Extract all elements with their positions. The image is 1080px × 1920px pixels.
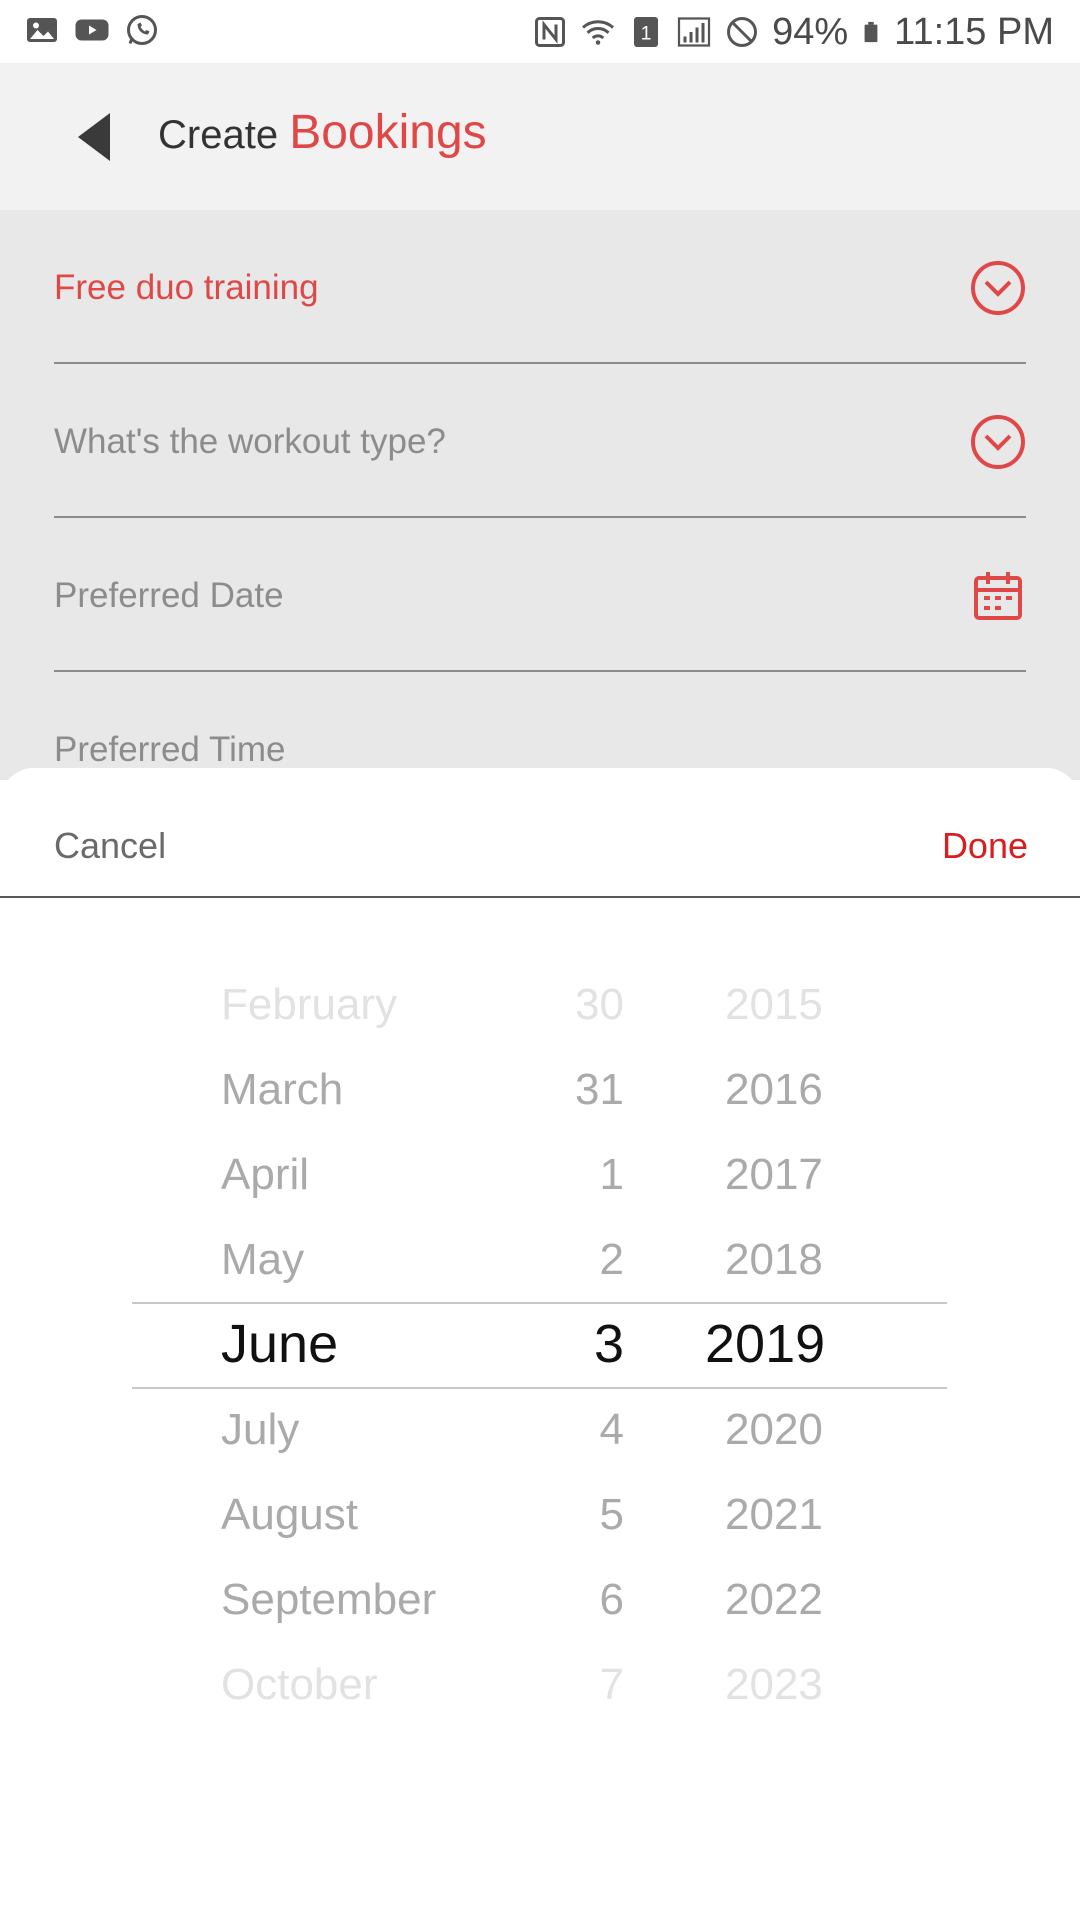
dnd-icon	[727, 17, 758, 47]
day-option[interactable]: 6	[600, 1557, 624, 1642]
booking-form: Free duo training What's the workout typ…	[0, 210, 1080, 780]
preferred-date-placeholder: Preferred Date	[54, 576, 284, 615]
back-arrow-icon[interactable]	[70, 109, 118, 165]
program-select-value: Free duo training	[54, 268, 319, 307]
battery-percent: 94%	[772, 11, 849, 53]
cancel-button[interactable]: Cancel	[54, 824, 166, 868]
battery-icon	[864, 21, 878, 43]
month-option[interactable]: October	[221, 1642, 378, 1727]
gallery-icon	[27, 18, 57, 42]
year-option[interactable]: 2020	[725, 1387, 823, 1472]
title-prefix: Create	[158, 113, 279, 157]
nfc-icon	[535, 17, 566, 47]
sim-icon: 1	[634, 17, 659, 47]
year-option[interactable]: 2016	[725, 1047, 823, 1132]
month-wheel[interactable]: February March April May June July Augus…	[0, 962, 520, 1730]
month-selected[interactable]: June	[221, 1302, 338, 1387]
wifi-icon	[582, 20, 615, 45]
day-option[interactable]: 30	[575, 962, 624, 1047]
app-bar: Create Bookings	[0, 63, 1080, 210]
title-accent: Bookings	[289, 106, 487, 159]
month-option[interactable]: September	[221, 1557, 436, 1642]
program-select[interactable]: Free duo training	[54, 210, 1026, 364]
status-bar: 1 94% 11:15 PM	[0, 0, 1080, 63]
preferred-date-field[interactable]: Preferred Date	[54, 518, 1026, 672]
day-option[interactable]: 2	[600, 1217, 624, 1302]
date-picker-sheet: Cancel Done February March April May Jun…	[0, 768, 1080, 1920]
month-option[interactable]: February	[221, 962, 397, 1047]
day-option[interactable]: 5	[600, 1472, 624, 1557]
done-button[interactable]: Done	[942, 824, 1028, 868]
year-option[interactable]: 2022	[725, 1557, 823, 1642]
screen: 1 94% 11:15 PM Create Bookings Free duo …	[0, 0, 1080, 1920]
youtube-icon	[75, 19, 109, 41]
month-option[interactable]: May	[221, 1217, 304, 1302]
year-option[interactable]: 2023	[725, 1642, 823, 1727]
date-wheel-picker[interactable]: February March April May June July Augus…	[0, 962, 1080, 1730]
day-wheel[interactable]: 30 31 1 2 3 4 5 6 7	[540, 962, 624, 1730]
year-option[interactable]: 2015	[725, 962, 823, 1047]
workout-type-select[interactable]: What's the workout type?	[54, 364, 1026, 518]
signal-icon	[677, 17, 711, 47]
year-option[interactable]: 2018	[725, 1217, 823, 1302]
sheet-header: Cancel Done	[0, 768, 1080, 898]
month-option[interactable]: August	[221, 1472, 358, 1557]
calendar-icon[interactable]	[970, 568, 1026, 624]
preferred-time-placeholder: Preferred Time	[54, 730, 286, 769]
year-option[interactable]: 2017	[725, 1132, 823, 1217]
year-selected[interactable]: 2019	[705, 1302, 825, 1387]
workout-type-placeholder: What's the workout type?	[54, 422, 446, 461]
day-selected[interactable]: 3	[594, 1302, 624, 1387]
whatsapp-icon	[127, 15, 157, 45]
clock: 11:15 PM	[894, 11, 1054, 53]
day-option[interactable]: 7	[600, 1642, 624, 1727]
page-title: Create Bookings	[158, 103, 487, 165]
month-option[interactable]: July	[221, 1387, 299, 1472]
chevron-down-circle-icon[interactable]	[970, 260, 1026, 316]
year-wheel[interactable]: 2015 2016 2017 2018 2019 2020 2021 2022 …	[705, 962, 905, 1730]
day-option[interactable]: 1	[600, 1132, 624, 1217]
month-option[interactable]: March	[221, 1047, 343, 1132]
day-option[interactable]: 31	[575, 1047, 624, 1132]
day-option[interactable]: 4	[600, 1387, 624, 1472]
svg-text:1: 1	[641, 23, 652, 45]
month-option[interactable]: April	[221, 1132, 309, 1217]
year-option[interactable]: 2021	[725, 1472, 823, 1557]
chevron-down-circle-icon[interactable]	[970, 414, 1026, 470]
